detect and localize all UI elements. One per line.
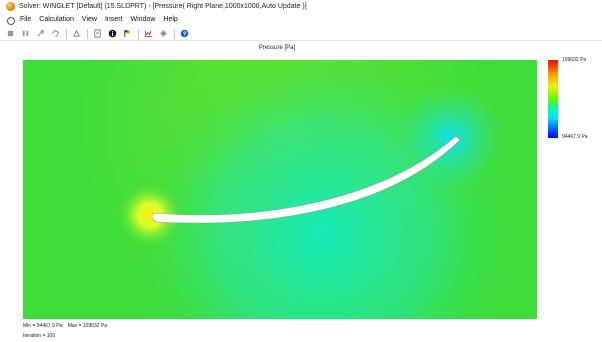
max-pressure-label: Max = 109032 Pa <box>67 323 108 329</box>
menu-view[interactable]: View <box>82 16 97 23</box>
help-icon[interactable]: ? <box>179 28 190 39</box>
title-bar: Solver: WINGLET [Default] (15.SLDPRT) - … <box>0 0 602 12</box>
results-view[interactable]: Pressure [Pa] 109032 Pa 94467.9 Pa Min =… <box>0 42 602 342</box>
window-title: Solver: WINGLET [Default] (15.SLDPRT) - … <box>19 2 307 10</box>
menu-insert[interactable]: Insert <box>105 16 123 23</box>
legend-max-label: 109032 Pa <box>562 57 587 63</box>
plot-title: Pressure [Pa] <box>258 45 296 51</box>
pressure-legend-bar <box>548 60 558 138</box>
toolbar-separator <box>66 28 67 39</box>
svg-text:?: ? <box>183 32 187 38</box>
pressure-contour-plot[interactable] <box>23 60 537 319</box>
toolbar-separator <box>138 28 139 39</box>
min-pressure-label: Min = 94467.9 Pa <box>23 323 63 329</box>
pointer-icon[interactable] <box>35 28 46 39</box>
menu-calculation[interactable]: Calculation <box>39 16 74 23</box>
menu-window[interactable]: Window <box>130 16 155 23</box>
menu-help[interactable]: Help <box>163 16 177 23</box>
document-icon[interactable] <box>92 28 103 39</box>
pause-icon[interactable] <box>20 28 31 39</box>
menu-bar: File Calculation View Insert Window Help <box>0 14 602 25</box>
min-max-readout: Min = 94467.9 Pa Max = 109032 Pa <box>23 323 111 329</box>
menu-file[interactable]: File <box>20 16 31 23</box>
toolbar-separator <box>87 28 88 39</box>
stagnation-region <box>23 60 537 319</box>
toolbar-separator <box>174 28 175 39</box>
preview-icon[interactable] <box>158 28 169 39</box>
refresh-icon[interactable] <box>50 28 61 39</box>
flag-icon[interactable] <box>122 28 133 39</box>
app-icon <box>6 1 15 11</box>
document-menu-icon[interactable] <box>6 16 15 25</box>
legend-min-label: 94467.9 Pa <box>562 134 588 140</box>
goals-icon[interactable] <box>71 28 82 39</box>
chart-icon[interactable] <box>143 28 154 39</box>
toolbar: ? <box>0 27 602 41</box>
iteration-label: Iteration = 100 <box>23 333 56 339</box>
stop-icon[interactable] <box>5 28 16 39</box>
info-icon[interactable] <box>107 28 118 39</box>
